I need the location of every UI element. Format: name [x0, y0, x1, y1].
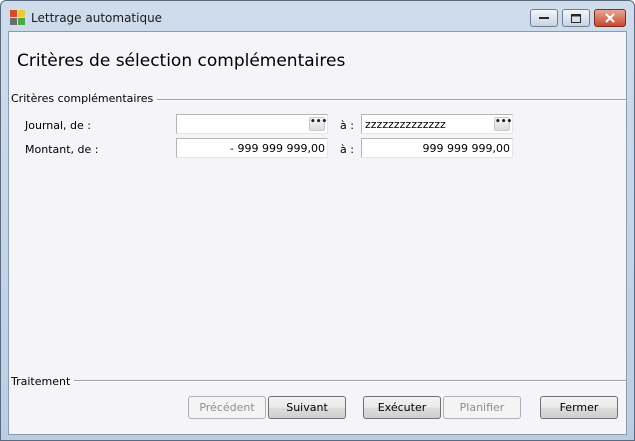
window-title: Lettrage automatique [31, 11, 163, 25]
criteria-group-label: Critères complémentaires [11, 92, 158, 105]
minimize-button[interactable] [530, 9, 558, 27]
app-logo-icon [10, 10, 26, 26]
journal-from-field[interactable]: ••• [176, 114, 328, 134]
previous-button[interactable]: Précédent [188, 396, 266, 419]
title-bar[interactable]: Lettrage automatique [1, 1, 634, 31]
amount-label: Montant, de : [25, 143, 99, 156]
next-button[interactable]: Suivant [268, 396, 346, 419]
journal-to-browse-button[interactable]: ••• [494, 117, 512, 131]
close-window-button[interactable] [594, 9, 626, 27]
close-button[interactable]: Fermer [540, 396, 618, 419]
minimize-icon [539, 17, 549, 19]
journal-label: Journal, de : [25, 119, 91, 132]
schedule-button[interactable]: Planifier [443, 396, 521, 419]
execute-button[interactable]: Exécuter [363, 396, 441, 419]
app-window: Lettrage automatique Critères de sélecti… [0, 0, 635, 441]
amount-to-separator: à : [340, 143, 354, 156]
close-icon [605, 13, 615, 23]
page-title: Critères de sélection complémentaires [17, 51, 346, 71]
treatment-group-label: Traitement [11, 375, 75, 388]
treatment-divider [11, 380, 626, 382]
journal-from-browse-button[interactable]: ••• [309, 117, 327, 131]
client-area: Critères de sélection complémentaires Cr… [8, 31, 627, 435]
maximize-icon [571, 13, 581, 23]
amount-from-field[interactable]: - 999 999 999,00 [176, 138, 328, 158]
journal-to-field[interactable]: zzzzzzzzzzzzzz ••• [361, 114, 513, 134]
journal-to-separator: à : [340, 119, 354, 132]
amount-to-field[interactable]: 999 999 999,00 [361, 138, 513, 158]
maximize-button[interactable] [562, 9, 590, 27]
